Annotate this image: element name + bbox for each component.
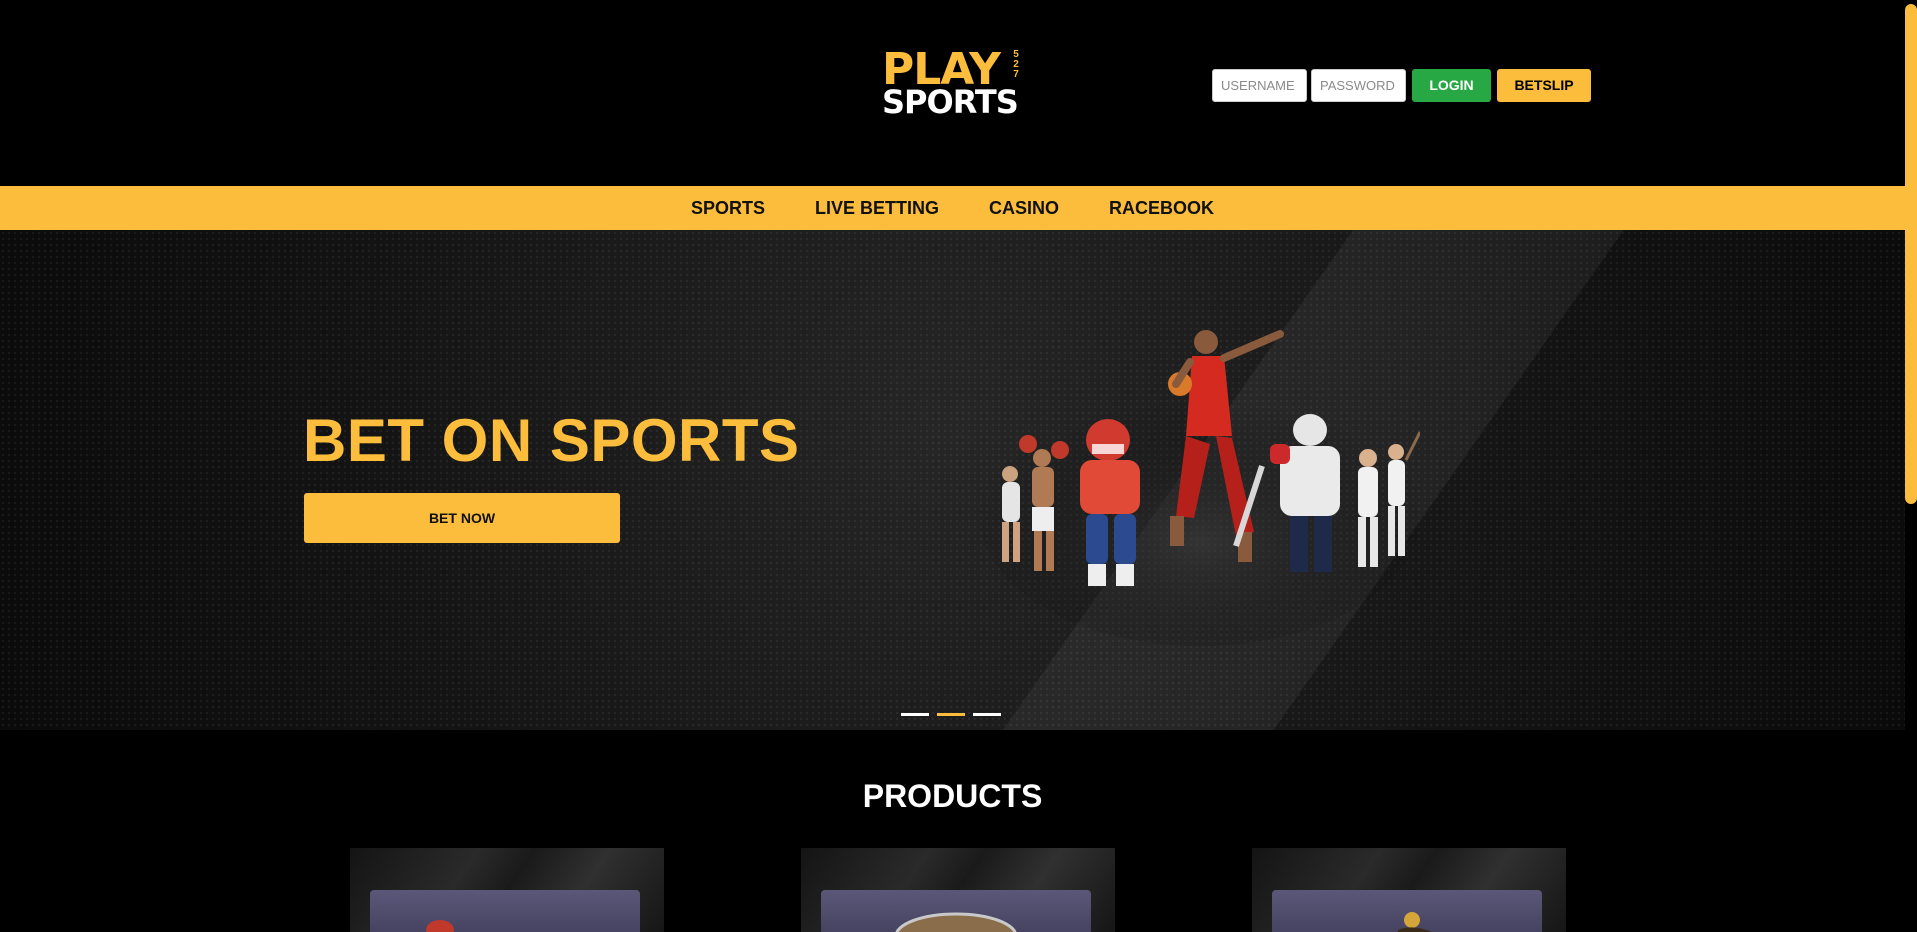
username-input[interactable]: [1212, 68, 1307, 102]
product-card-image: [821, 890, 1091, 932]
hero-title: BET ON SPORTS: [303, 407, 800, 474]
site-logo[interactable]: PLAY SPORTS 527: [882, 48, 1022, 121]
product-card-racebook[interactable]: [1252, 848, 1566, 932]
hero-slide-indicators: [901, 713, 1001, 716]
password-input[interactable]: [1311, 68, 1406, 102]
site-header: PLAY SPORTS 527 LOGIN BETSLIP: [0, 0, 1917, 186]
scrollbar-thumb[interactable]: [1905, 4, 1917, 504]
nav-item-live-betting[interactable]: LIVE BETTING: [815, 198, 939, 219]
sports-ball-icon: [426, 920, 454, 932]
logo-sports-text: SPORTS: [882, 83, 1019, 121]
horse-racing-icon: [1397, 912, 1432, 932]
hero-banner: BET ON SPORTS BET NOW: [0, 230, 1905, 730]
products-heading: PRODUCTS: [862, 778, 1043, 814]
slide-indicator-3[interactable]: [973, 713, 1001, 716]
nav-item-racebook[interactable]: RACEBOOK: [1109, 198, 1214, 219]
casino-roulette-icon: [895, 912, 1017, 932]
nav-item-casino[interactable]: CASINO: [989, 198, 1059, 219]
product-card-sports[interactable]: [350, 848, 664, 932]
main-nav: SPORTS LIVE BETTING CASINO RACEBOOK: [0, 186, 1905, 230]
product-card-image: [370, 890, 640, 932]
page-scrollbar[interactable]: [1905, 0, 1917, 932]
hero-background-texture: [0, 230, 1905, 730]
bet-now-button[interactable]: BET NOW: [304, 493, 620, 543]
nav-item-sports[interactable]: SPORTS: [691, 198, 765, 219]
product-card-casino[interactable]: [801, 848, 1115, 932]
slide-indicator-2[interactable]: [937, 713, 965, 716]
logo-number: 527: [1010, 50, 1022, 80]
login-button[interactable]: LOGIN: [1412, 68, 1491, 102]
betslip-button[interactable]: BETSLIP: [1497, 68, 1591, 102]
product-card-image: [1272, 890, 1542, 932]
login-form: LOGIN BETSLIP: [1212, 68, 1591, 102]
slide-indicator-1[interactable]: [901, 713, 929, 716]
logo-number-digit: 7: [1013, 69, 1019, 80]
logo-number-digits: 527: [1010, 50, 1022, 80]
athletes-image: [980, 330, 1420, 646]
